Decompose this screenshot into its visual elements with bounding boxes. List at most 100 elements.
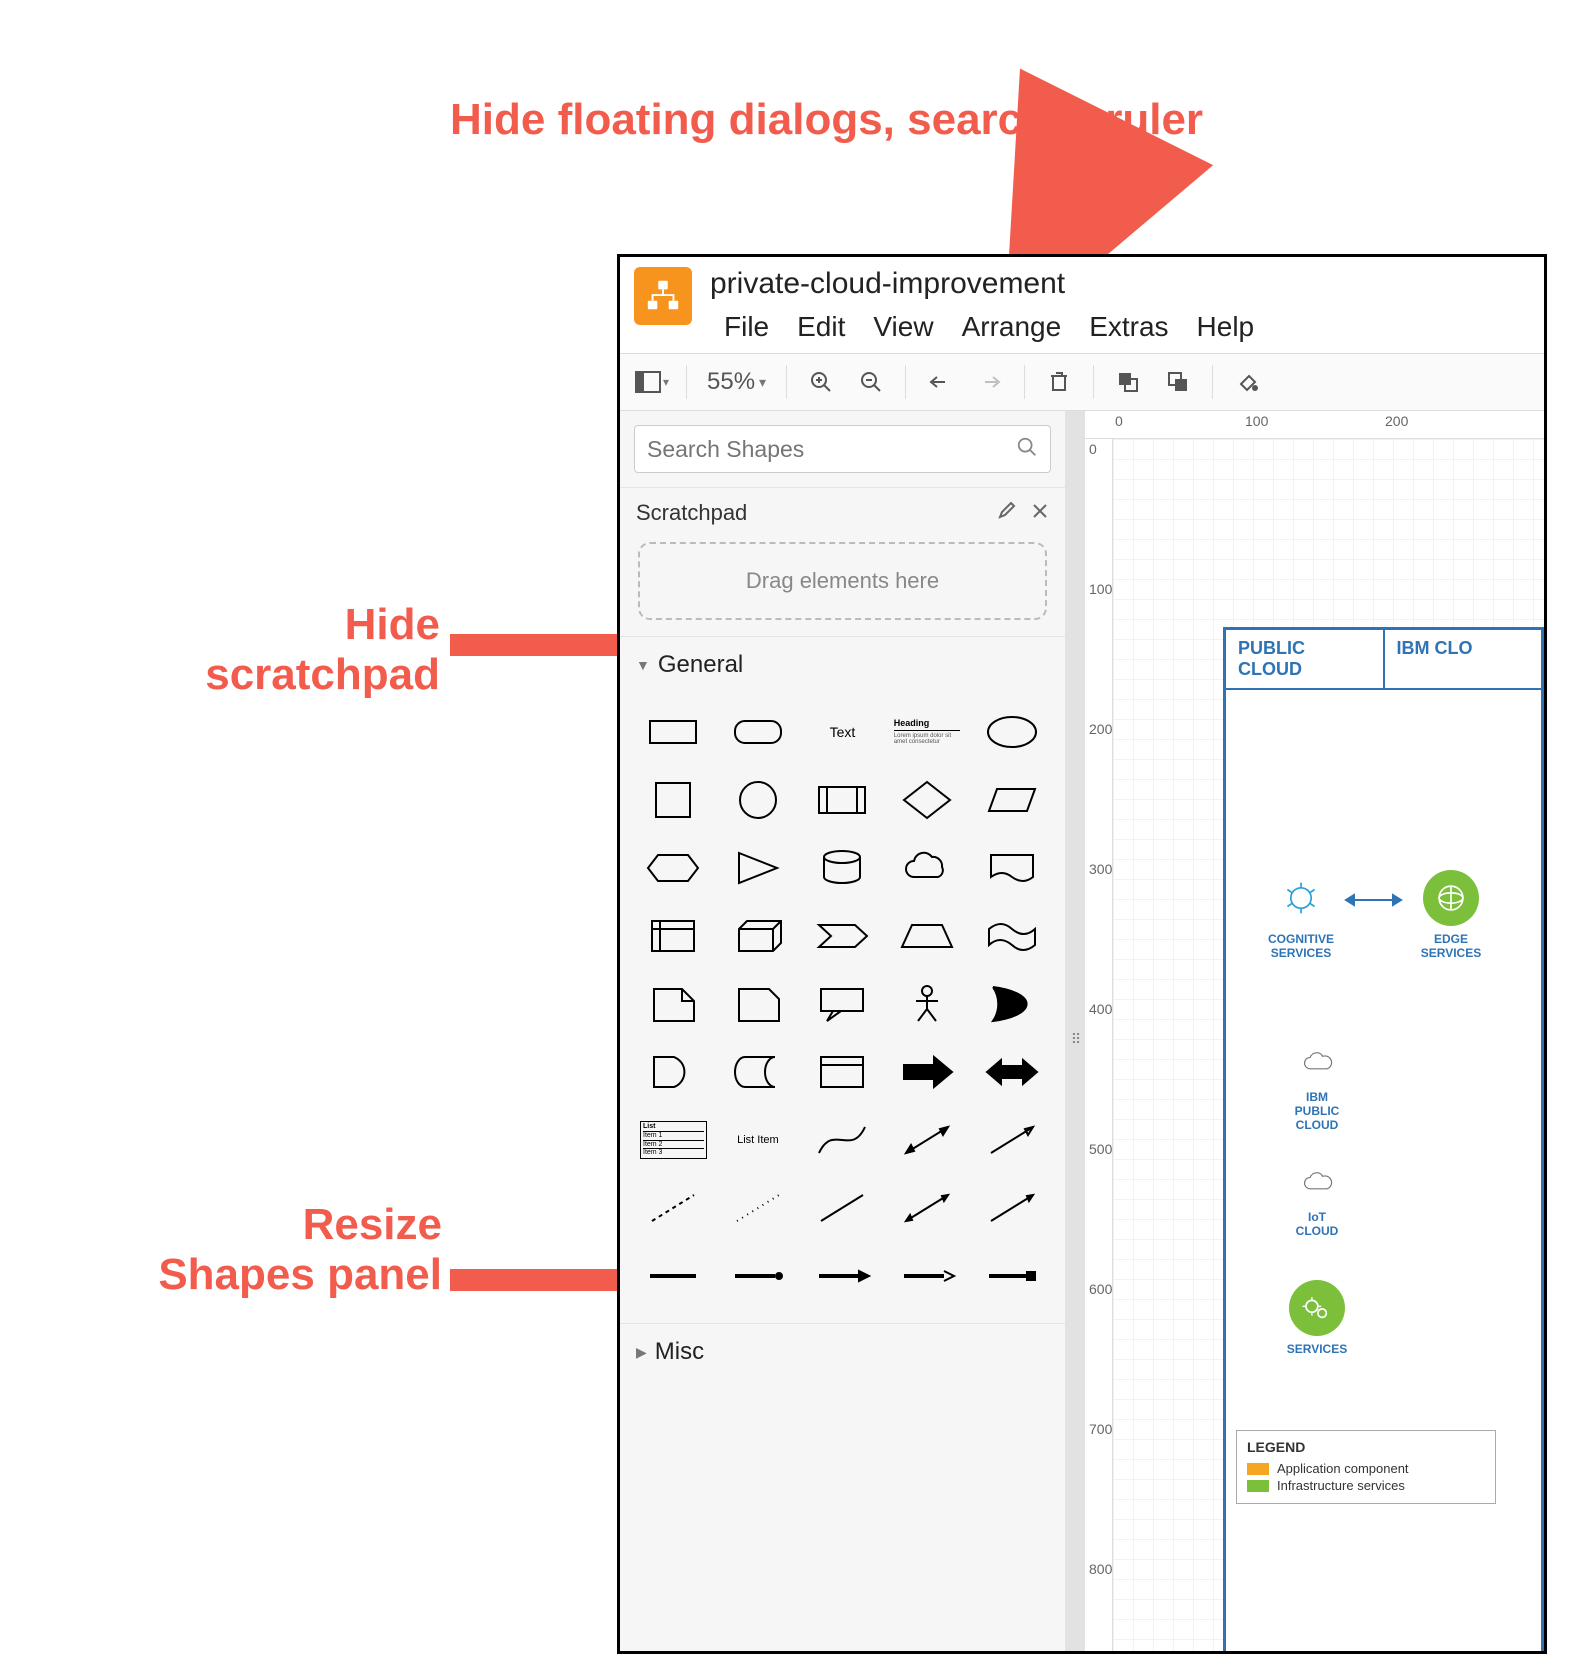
shape-link-5[interactable] xyxy=(974,1247,1049,1305)
shapes-panel-resizer[interactable]: ⠿ xyxy=(1065,411,1085,1654)
node-iot-cloud[interactable]: IoT CLOUD xyxy=(1262,1160,1372,1238)
shape-directional-arrow[interactable] xyxy=(974,1111,1049,1169)
shape-card[interactable] xyxy=(721,975,796,1033)
shape-cylinder[interactable] xyxy=(805,839,880,897)
shape-document[interactable] xyxy=(974,839,1049,897)
shape-note[interactable] xyxy=(636,975,711,1033)
shape-bidirectional-arrow[interactable] xyxy=(890,1111,965,1169)
shape-bidirectional-connector[interactable] xyxy=(890,1179,965,1237)
column-ibm-cloud: IBM CLO xyxy=(1385,630,1542,688)
delete-button[interactable] xyxy=(1037,362,1081,402)
node-label: IBM PUBLIC CLOUD xyxy=(1295,1090,1340,1132)
document-title[interactable]: private-cloud-improvement xyxy=(710,267,1268,301)
category-misc[interactable]: ▶ Misc xyxy=(620,1323,1065,1380)
ruler-tick: 100 xyxy=(1245,413,1268,429)
scratchpad-close-icon[interactable] xyxy=(1031,500,1049,526)
shape-internal-storage[interactable] xyxy=(636,907,711,965)
shape-ellipse[interactable] xyxy=(974,703,1049,761)
menu-help[interactable]: Help xyxy=(1183,307,1269,347)
shape-process[interactable] xyxy=(805,771,880,829)
menu-extras[interactable]: Extras xyxy=(1075,307,1182,347)
fill-color-button[interactable] xyxy=(1225,362,1269,402)
shape-directional-connector[interactable] xyxy=(974,1179,1049,1237)
shape-cloud[interactable] xyxy=(890,839,965,897)
legend-swatch xyxy=(1247,1480,1269,1492)
shape-curve[interactable] xyxy=(805,1111,880,1169)
shape-diamond[interactable] xyxy=(890,771,965,829)
chevron-down-icon: ▼ xyxy=(636,657,650,673)
ruler-tick: 500 xyxy=(1089,1141,1112,1157)
shape-triangle[interactable] xyxy=(721,839,796,897)
ruler-tick: 200 xyxy=(1089,721,1112,737)
legend-label: Infrastructure services xyxy=(1277,1478,1405,1493)
shape-circle[interactable] xyxy=(721,771,796,829)
shape-palette-general: Text Heading Lorem ipsum dolor sit amet … xyxy=(620,693,1065,1323)
shape-cube[interactable] xyxy=(721,907,796,965)
shape-dashed-line[interactable] xyxy=(636,1179,711,1237)
diagram-column-headers: PUBLIC CLOUD IBM CLO xyxy=(1226,630,1541,690)
shape-text[interactable]: Text xyxy=(805,703,880,761)
category-label: General xyxy=(658,651,743,679)
callout-hide-dialogs: Hide floating dialogs, search & ruler xyxy=(450,95,1203,145)
shape-container[interactable] xyxy=(805,1043,880,1101)
to-back-button[interactable] xyxy=(1156,362,1200,402)
node-ibm-public-cloud[interactable]: IBM PUBLIC CLOUD xyxy=(1262,1040,1372,1132)
shape-list-item[interactable]: List Item xyxy=(721,1111,796,1169)
legend-swatch xyxy=(1247,1463,1269,1475)
zoom-select[interactable]: 55% ▾ xyxy=(699,368,774,396)
shape-tape[interactable] xyxy=(974,907,1049,965)
canvas-area[interactable]: 0 100 200 0 100 200 300 400 500 600 700 … xyxy=(1085,411,1544,1654)
redo-button[interactable] xyxy=(968,362,1012,402)
legend-row: Infrastructure services xyxy=(1247,1478,1485,1493)
shape-link-3[interactable] xyxy=(805,1247,880,1305)
shape-step[interactable] xyxy=(805,907,880,965)
shape-dotted-line[interactable] xyxy=(721,1179,796,1237)
menu-arrange[interactable]: Arrange xyxy=(948,307,1076,347)
shape-parallelogram[interactable] xyxy=(974,771,1049,829)
shape-link-4[interactable] xyxy=(890,1247,965,1305)
shape-and[interactable] xyxy=(636,1043,711,1101)
shape-rounded-rectangle[interactable] xyxy=(721,703,796,761)
node-label: IoT CLOUD xyxy=(1296,1210,1339,1238)
scratchpad-header: Scratchpad xyxy=(620,488,1065,534)
shape-arrow-right[interactable] xyxy=(890,1043,965,1101)
undo-button[interactable] xyxy=(918,362,962,402)
shape-heading[interactable]: Heading Lorem ipsum dolor sit amet conse… xyxy=(890,703,965,761)
callout-resize-panel: Resize Shapes panel xyxy=(62,1200,442,1300)
shape-trapezoid[interactable] xyxy=(890,907,965,965)
drawing-canvas[interactable]: PUBLIC CLOUD IBM CLO COGNITIVE SERVICES … xyxy=(1113,439,1544,1654)
shape-link[interactable] xyxy=(636,1247,711,1305)
menu-edit[interactable]: Edit xyxy=(783,307,859,347)
menu-file[interactable]: File xyxy=(710,307,783,347)
shape-arrow-both[interactable] xyxy=(974,1043,1049,1101)
shape-hexagon[interactable] xyxy=(636,839,711,897)
zoom-out-button[interactable] xyxy=(849,362,893,402)
category-general[interactable]: ▼ General xyxy=(620,636,1065,693)
menu-view[interactable]: View xyxy=(859,307,947,347)
diagram-legend: LEGEND Application component Infrastruct… xyxy=(1236,1430,1496,1504)
diagram-page[interactable]: PUBLIC CLOUD IBM CLO COGNITIVE SERVICES … xyxy=(1223,627,1544,1654)
node-services[interactable]: SERVICES xyxy=(1262,1280,1372,1356)
shape-or[interactable] xyxy=(974,975,1049,1033)
scratchpad-drop-zone[interactable]: Drag elements here xyxy=(638,542,1047,620)
shape-list[interactable]: List Item 1 Item 2 Item 3 xyxy=(636,1111,711,1169)
search-field[interactable] xyxy=(647,436,1016,463)
shape-actor[interactable] xyxy=(890,975,965,1033)
shape-link-2[interactable] xyxy=(721,1247,796,1305)
zoom-in-button[interactable] xyxy=(799,362,843,402)
shape-data-storage[interactable] xyxy=(721,1043,796,1101)
to-front-button[interactable] xyxy=(1106,362,1150,402)
shape-line[interactable] xyxy=(805,1179,880,1237)
ruler-tick: 300 xyxy=(1089,861,1112,877)
chevron-right-icon: ▶ xyxy=(636,1344,647,1361)
vertical-ruler: 0 100 200 300 400 500 600 700 800 xyxy=(1085,439,1113,1654)
toggle-sidebar-button[interactable]: ▾ xyxy=(630,362,674,402)
scratchpad-edit-icon[interactable] xyxy=(997,500,1017,526)
shape-callout[interactable] xyxy=(805,975,880,1033)
shape-rectangle[interactable] xyxy=(636,703,711,761)
ruler-tick: 0 xyxy=(1089,441,1097,457)
app-logo-icon xyxy=(634,267,692,325)
shape-square[interactable] xyxy=(636,771,711,829)
callout-text: scratchpad xyxy=(205,650,440,699)
search-shapes-input[interactable] xyxy=(634,425,1051,473)
